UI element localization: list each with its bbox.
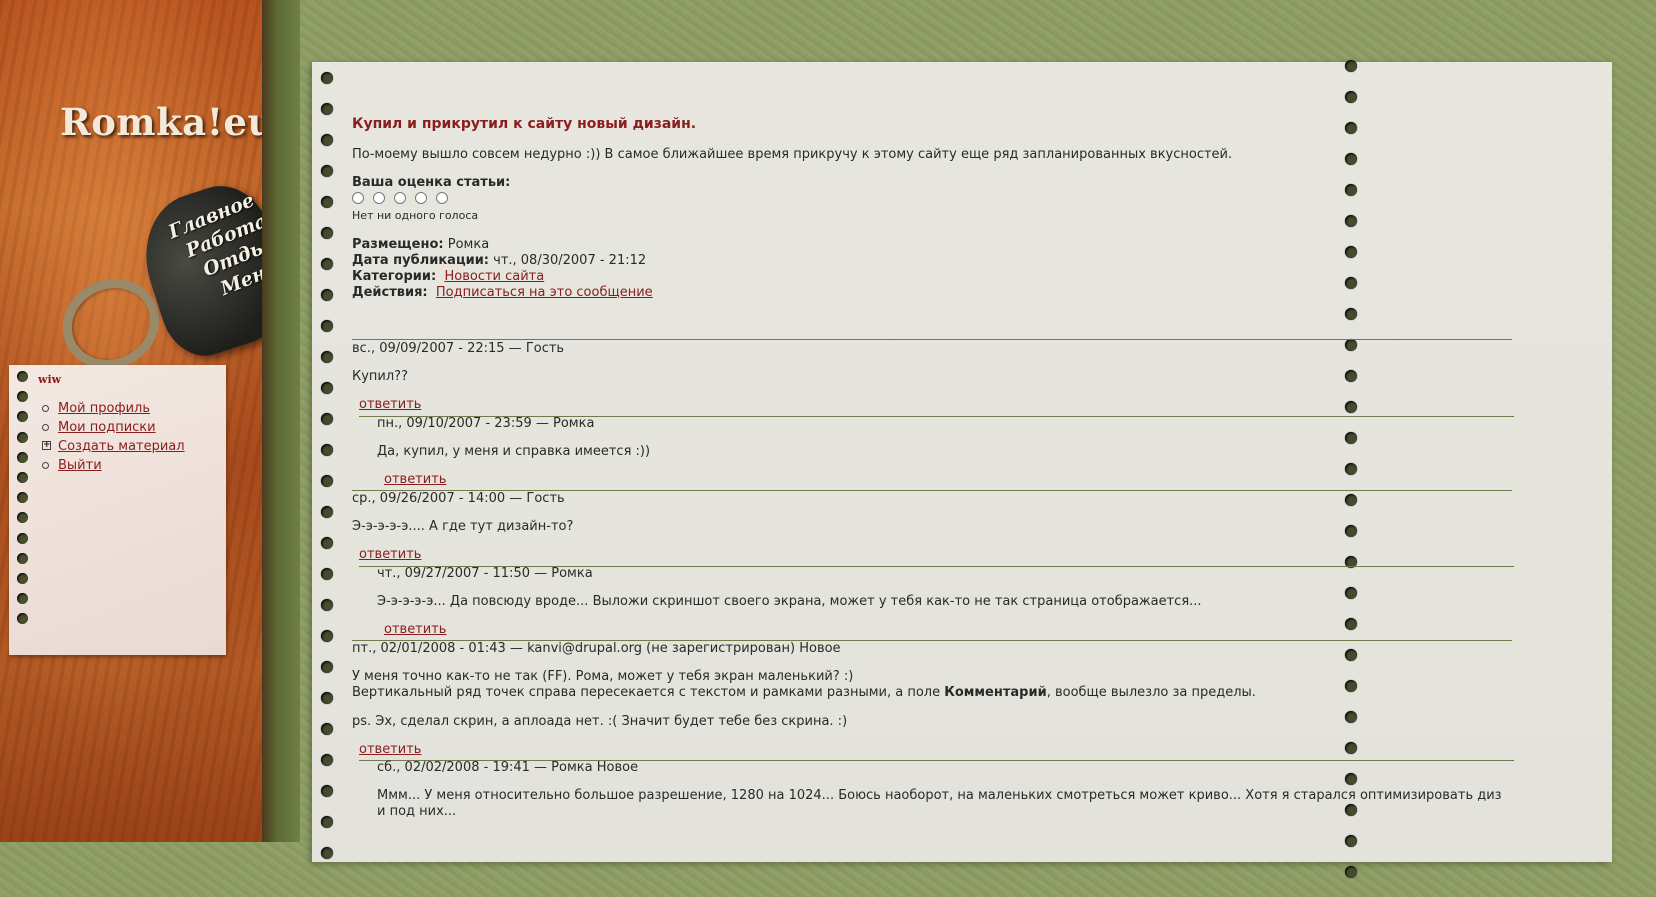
date-value: чт., 08/30/2007 - 21:12 <box>493 253 647 268</box>
article-body: По-моему вышло совсем недурно :)) В само… <box>352 147 1233 162</box>
reply-link[interactable]: ответить <box>359 742 421 757</box>
comment-body: Ммм... У меня относительно большое разре… <box>377 788 1502 819</box>
article-title[interactable]: Купил и прикрутил к сайту новый дизайн. <box>352 116 696 132</box>
user-menu-item: Мои подписки <box>42 418 185 437</box>
comment-header: сб., 02/02/2008 - 19:41 — Ромка Новое <box>377 760 639 775</box>
comment-header: пн., 09/10/2007 - 23:59 — Ромка <box>377 416 595 431</box>
user-menu-item: Выйти <box>42 456 185 475</box>
rating-widget <box>352 192 457 208</box>
posted-by-label: Размещено: <box>352 237 444 252</box>
comment-header: вс., 09/09/2007 - 22:15 — Гость <box>352 341 565 356</box>
reply-link[interactable]: ответить <box>359 547 421 562</box>
comment-body: Э-э-э-э-э.... А где тут дизайн-то? <box>352 519 574 534</box>
comment-body: Да, купил, у меня и справка имеется :)) <box>377 444 651 459</box>
actions-label: Действия: <box>352 285 428 300</box>
site-logo[interactable]: Romka!eu <box>60 100 275 144</box>
comment: ср., 09/26/2007 - 14:00 — Гость Э-э-э-э-… <box>352 491 573 562</box>
category-link[interactable]: Новости сайта <box>444 269 544 284</box>
comment: вс., 09/09/2007 - 22:15 — Гость Купил?? … <box>352 341 564 412</box>
content-sheet: Купил и прикрутил к сайту новый дизайн. … <box>312 60 1612 878</box>
user-menu-item: Создать материал <box>42 437 185 456</box>
comment-body-line: Вертикальный ряд точек справа пересекает… <box>352 685 1256 701</box>
subscribe-link[interactable]: Подписаться на это сообщение <box>436 285 653 300</box>
comment: сб., 02/02/2008 - 19:41 — Ромка Новое Мм… <box>377 760 1512 820</box>
logout-link[interactable]: Выйти <box>58 458 102 473</box>
comment-body-line: У меня точно как-то не так (FF). Рома, м… <box>352 669 854 684</box>
comment-text: , вообще вылезло за пределы. <box>1046 685 1256 700</box>
comment-header: пт., 02/01/2008 - 01:43 — kanvi@drupal.o… <box>352 641 841 656</box>
comment-header: ср., 09/26/2007 - 14:00 — Гость <box>352 491 565 506</box>
comment-body-line: ps. Эх, сделал скрин, а аплоада нет. :( … <box>352 714 848 729</box>
user-menu-item: Мой профиль <box>42 399 185 418</box>
comment-text: Вертикальный ряд точек справа пересекает… <box>352 685 945 700</box>
create-content-link[interactable]: Создать материал <box>58 439 185 454</box>
comment: пн., 09/10/2007 - 23:59 — Ромка Да, купи… <box>377 416 650 487</box>
comment-text-bold: Комментарий <box>944 685 1047 700</box>
left-edge-strip <box>262 0 300 842</box>
reply-link[interactable]: ответить <box>384 472 446 487</box>
reply-link[interactable]: ответить <box>359 397 421 412</box>
sheet-holes-left <box>321 72 333 878</box>
comment-divider <box>352 339 1512 340</box>
user-block-holes <box>17 371 29 633</box>
comment-body: У меня точно как-то не так (FF). Рома, м… <box>352 669 1256 730</box>
rating-label: Ваша оценка статьи: <box>352 175 511 190</box>
meta-date: Дата публикации: чт., 08/30/2007 - 21:12 <box>352 253 646 268</box>
my-subscriptions-link[interactable]: Мои подписки <box>58 420 156 435</box>
comment: чт., 09/27/2007 - 11:50 — Ромка Э-э-э-э-… <box>377 566 1202 637</box>
user-block: wiw Мой профиль Мои подписки Создать мат… <box>9 365 226 655</box>
rating-star-3[interactable] <box>394 192 406 204</box>
rating-star-1[interactable] <box>352 192 364 204</box>
rating-star-2[interactable] <box>373 192 385 204</box>
user-block-title: wiw <box>38 373 62 386</box>
comment: пт., 02/01/2008 - 01:43 — kanvi@drupal.o… <box>352 641 1256 757</box>
meta-posted-by: Размещено: Ромка <box>352 237 489 252</box>
categories-label: Категории: <box>352 269 437 284</box>
comment-body: Э-э-э-э-э... Да повсюду вроде... Выложи … <box>377 594 1202 609</box>
votes-text: Нет ни одного голоса <box>352 209 479 222</box>
comment-header: чт., 09/27/2007 - 11:50 — Ромка <box>377 566 593 581</box>
date-label: Дата публикации: <box>352 253 489 268</box>
rating-star-4[interactable] <box>415 192 427 204</box>
user-menu: Мой профиль Мои подписки Создать материа… <box>42 399 185 475</box>
comment-body: Купил?? <box>352 369 408 384</box>
meta-actions: Действия: Подписаться на это сообщение <box>352 285 653 300</box>
reply-link[interactable]: ответить <box>384 622 446 637</box>
rating-star-5[interactable] <box>436 192 448 204</box>
my-profile-link[interactable]: Мой профиль <box>58 401 150 416</box>
meta-categories: Категории: Новости сайта <box>352 269 544 284</box>
posted-by-value: Ромка <box>447 237 490 252</box>
